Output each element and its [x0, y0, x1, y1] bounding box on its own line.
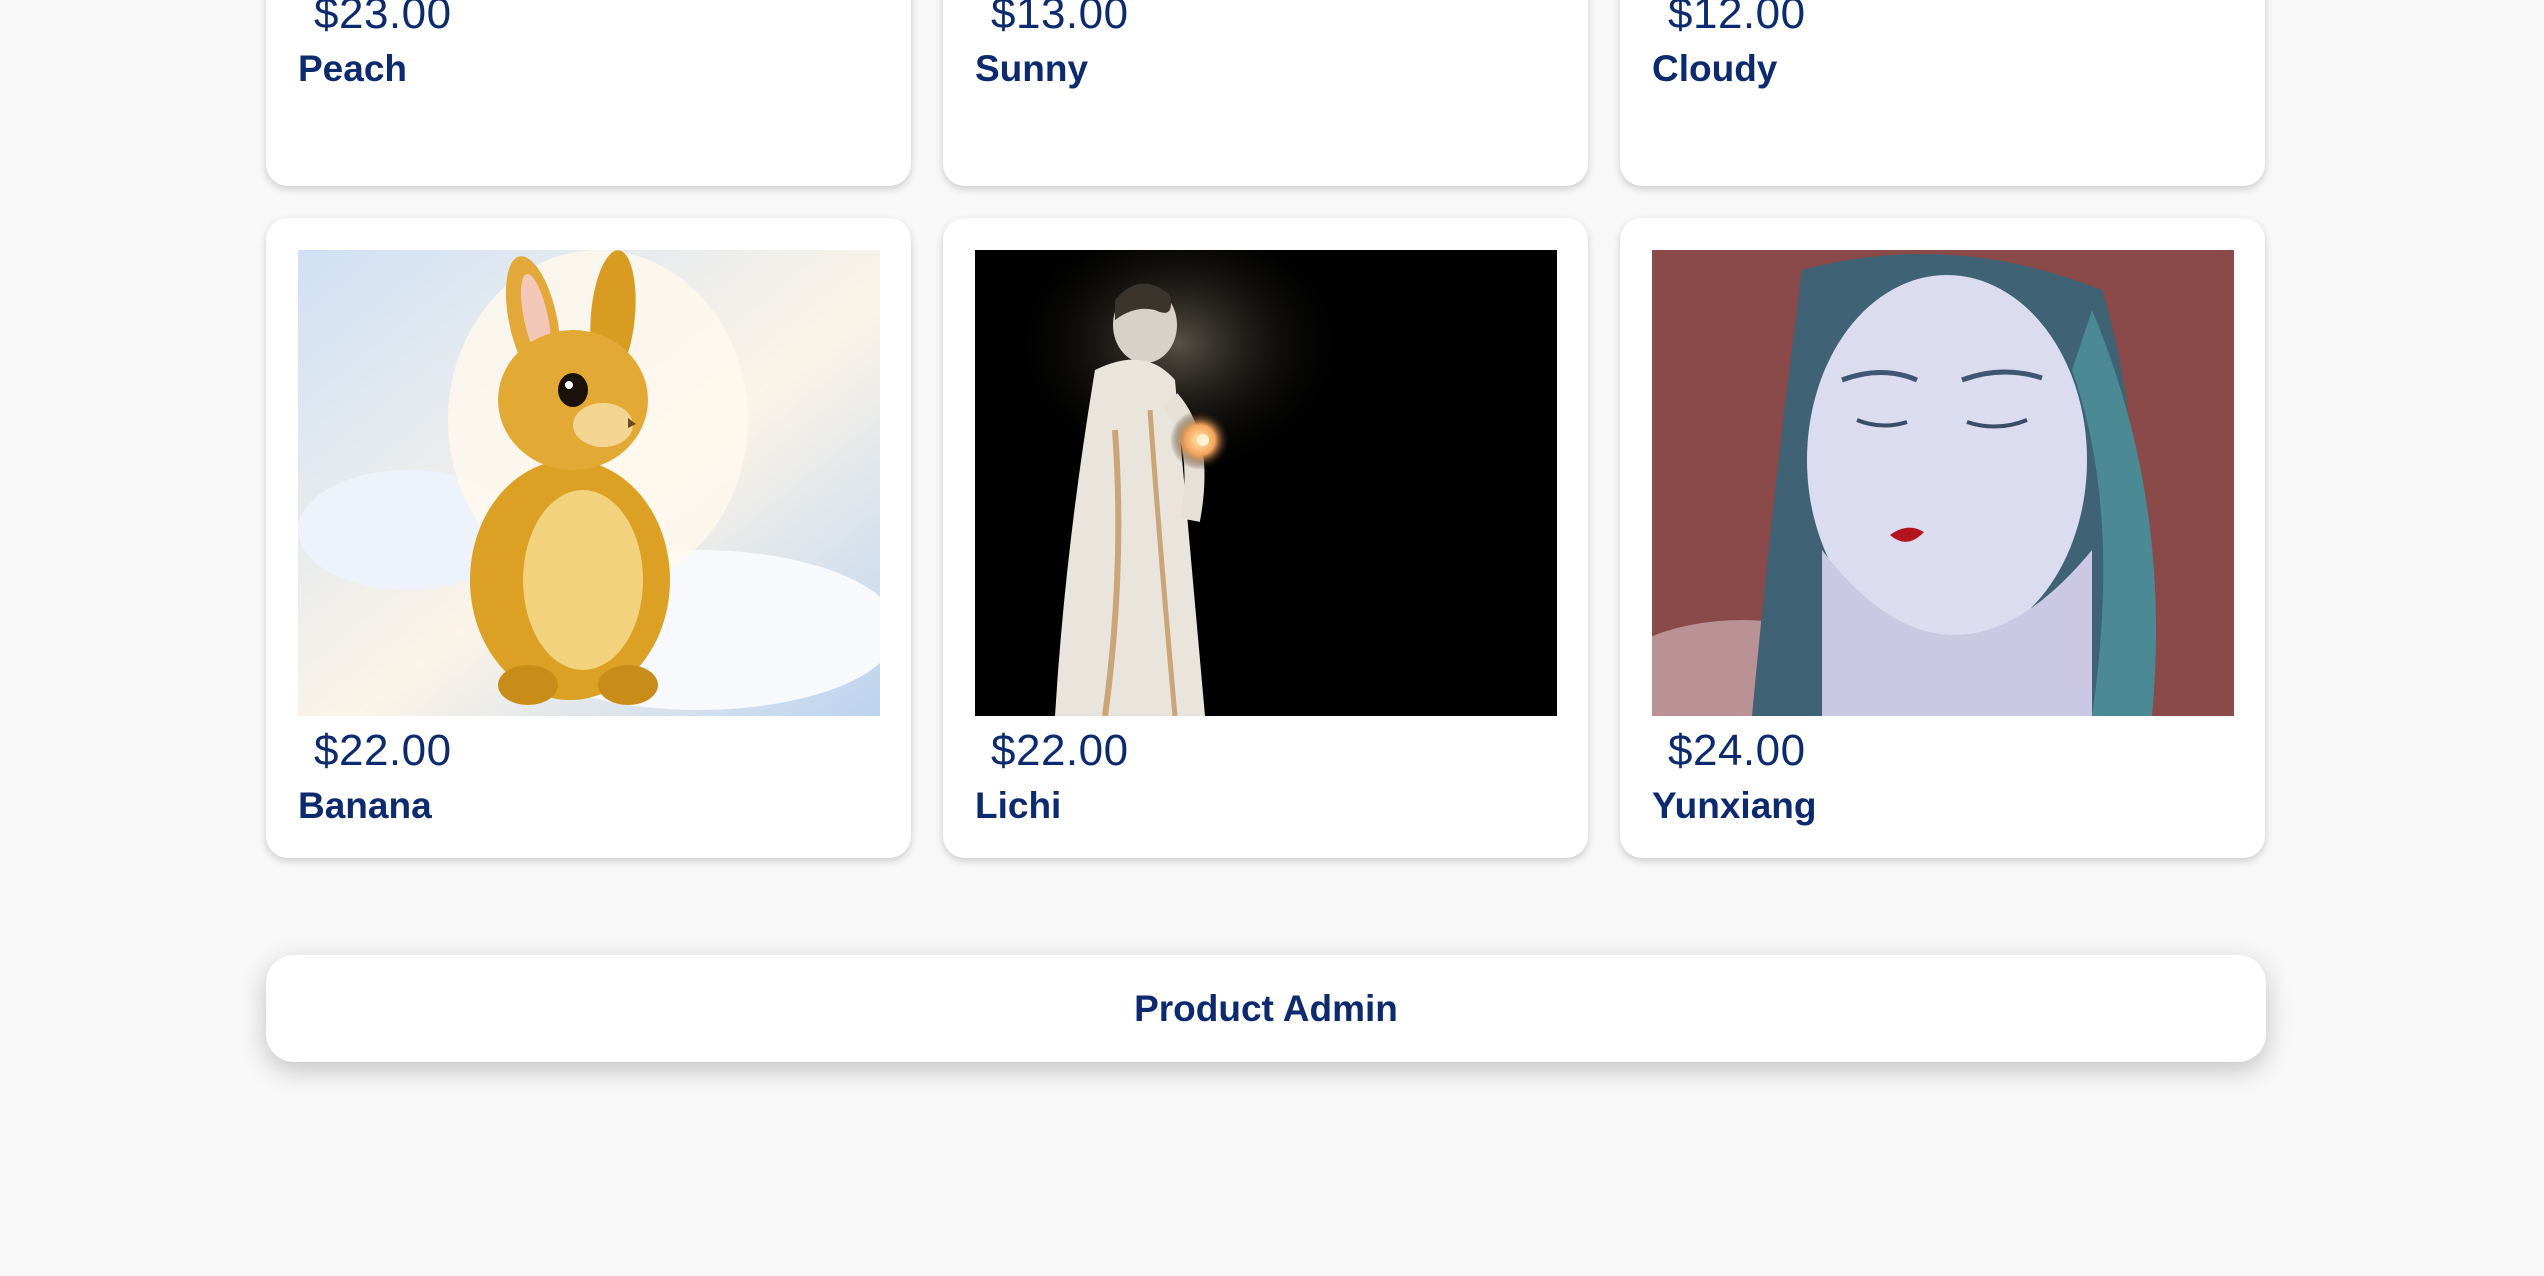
product-image-lichi[interactable] — [975, 250, 1557, 716]
product-image-banana[interactable] — [298, 250, 880, 716]
product-card-lichi[interactable]: $22.00 Lichi — [943, 218, 1588, 858]
product-price: $23.00 — [314, 0, 452, 38]
product-card-sunny[interactable]: $13.00 Sunny — [943, 0, 1588, 186]
product-name[interactable]: Sunny — [975, 48, 1088, 90]
product-name[interactable]: Banana — [298, 785, 432, 827]
product-name[interactable]: Lichi — [975, 785, 1061, 827]
product-price: $13.00 — [991, 0, 1129, 38]
product-name[interactable]: Cloudy — [1652, 48, 1777, 90]
product-card-peach[interactable]: $23.00 Peach — [266, 0, 911, 186]
product-card-yunxiang[interactable]: $24.00 Yunxiang — [1620, 218, 2265, 858]
product-card-cloudy[interactable]: $12.00 Cloudy — [1620, 0, 2265, 186]
product-price: $12.00 — [1668, 0, 1806, 38]
product-price: $24.00 — [1668, 726, 1806, 775]
product-admin-button[interactable]: Product Admin — [266, 955, 2266, 1062]
product-name[interactable]: Peach — [298, 48, 407, 90]
product-price: $22.00 — [991, 726, 1129, 775]
product-card-banana[interactable]: $22.00 Banana — [266, 218, 911, 858]
product-price: $22.00 — [314, 726, 452, 775]
product-image-yunxiang[interactable] — [1652, 250, 2234, 716]
product-grid: $23.00 Peach $13.00 Sunny $12.00 Cloudy — [266, 0, 2265, 858]
product-name[interactable]: Yunxiang — [1652, 785, 1816, 827]
